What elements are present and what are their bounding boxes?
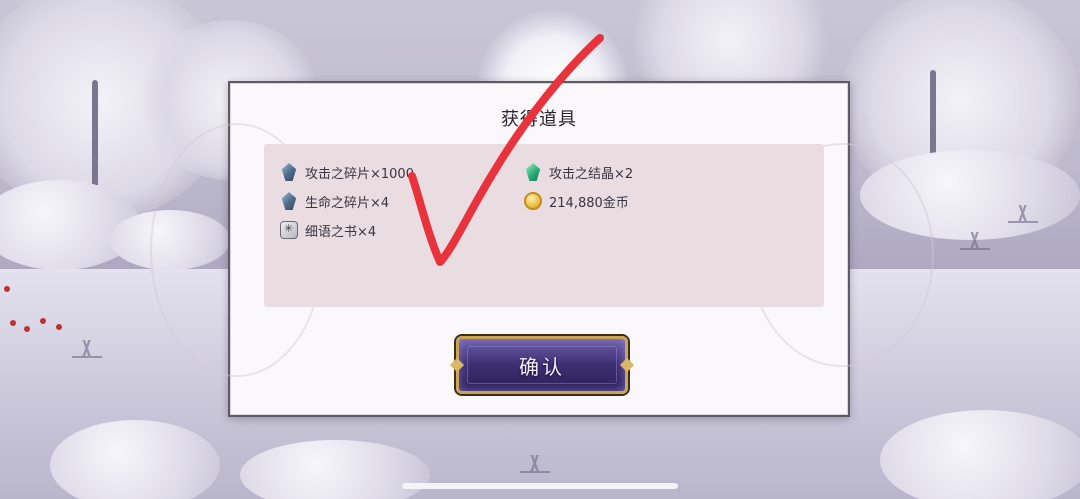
button-ornament-right xyxy=(619,357,635,373)
dialog-title: 获得道具 xyxy=(501,109,577,130)
reward-label: 攻击之结晶×2 xyxy=(549,166,634,182)
red-berry xyxy=(24,326,30,332)
reward-item: 攻击之结晶×2 xyxy=(524,161,633,183)
red-berry xyxy=(40,318,46,324)
reward-label: 细语之书×4 xyxy=(305,224,377,240)
game-scene: 获得道具 攻击之碎片×1000 生命之碎片×4 细语之书×4 攻击之结晶×2 2… xyxy=(0,0,1080,499)
confirm-button-label: 确认 xyxy=(519,354,565,379)
reward-item: 攻击之碎片×1000 xyxy=(280,161,414,183)
red-berry xyxy=(4,286,10,292)
red-berry xyxy=(56,324,62,330)
life-shard-icon xyxy=(281,192,297,210)
reward-label: 攻击之碎片×1000 xyxy=(305,166,414,182)
reward-list-panel: 攻击之碎片×1000 生命之碎片×4 细语之书×4 攻击之结晶×2 214,88… xyxy=(264,144,824,307)
grass-tuft xyxy=(520,455,550,473)
red-berry xyxy=(10,320,16,326)
gold-coin-icon xyxy=(524,192,542,210)
reward-item: 细语之书×4 xyxy=(280,219,376,241)
reward-label: 214,880金币 xyxy=(549,195,629,211)
attack-crystal-icon xyxy=(525,163,541,181)
reward-dialog: 获得道具 攻击之碎片×1000 生命之碎片×4 细语之书×4 攻击之结晶×2 2… xyxy=(150,81,934,417)
reward-label: 生命之碎片×4 xyxy=(305,195,390,211)
grass-tuft xyxy=(960,232,990,250)
button-ornament-left xyxy=(449,357,465,373)
grass-tuft xyxy=(72,340,102,358)
whisper-book-icon xyxy=(280,221,298,239)
grass-tuft xyxy=(1008,205,1038,223)
home-indicator[interactable] xyxy=(402,483,678,489)
reward-item: 生命之碎片×4 xyxy=(280,190,389,212)
confirm-button[interactable]: 确认 xyxy=(449,336,635,394)
reward-item: 214,880金币 xyxy=(524,190,629,212)
attack-shard-icon xyxy=(281,163,297,181)
